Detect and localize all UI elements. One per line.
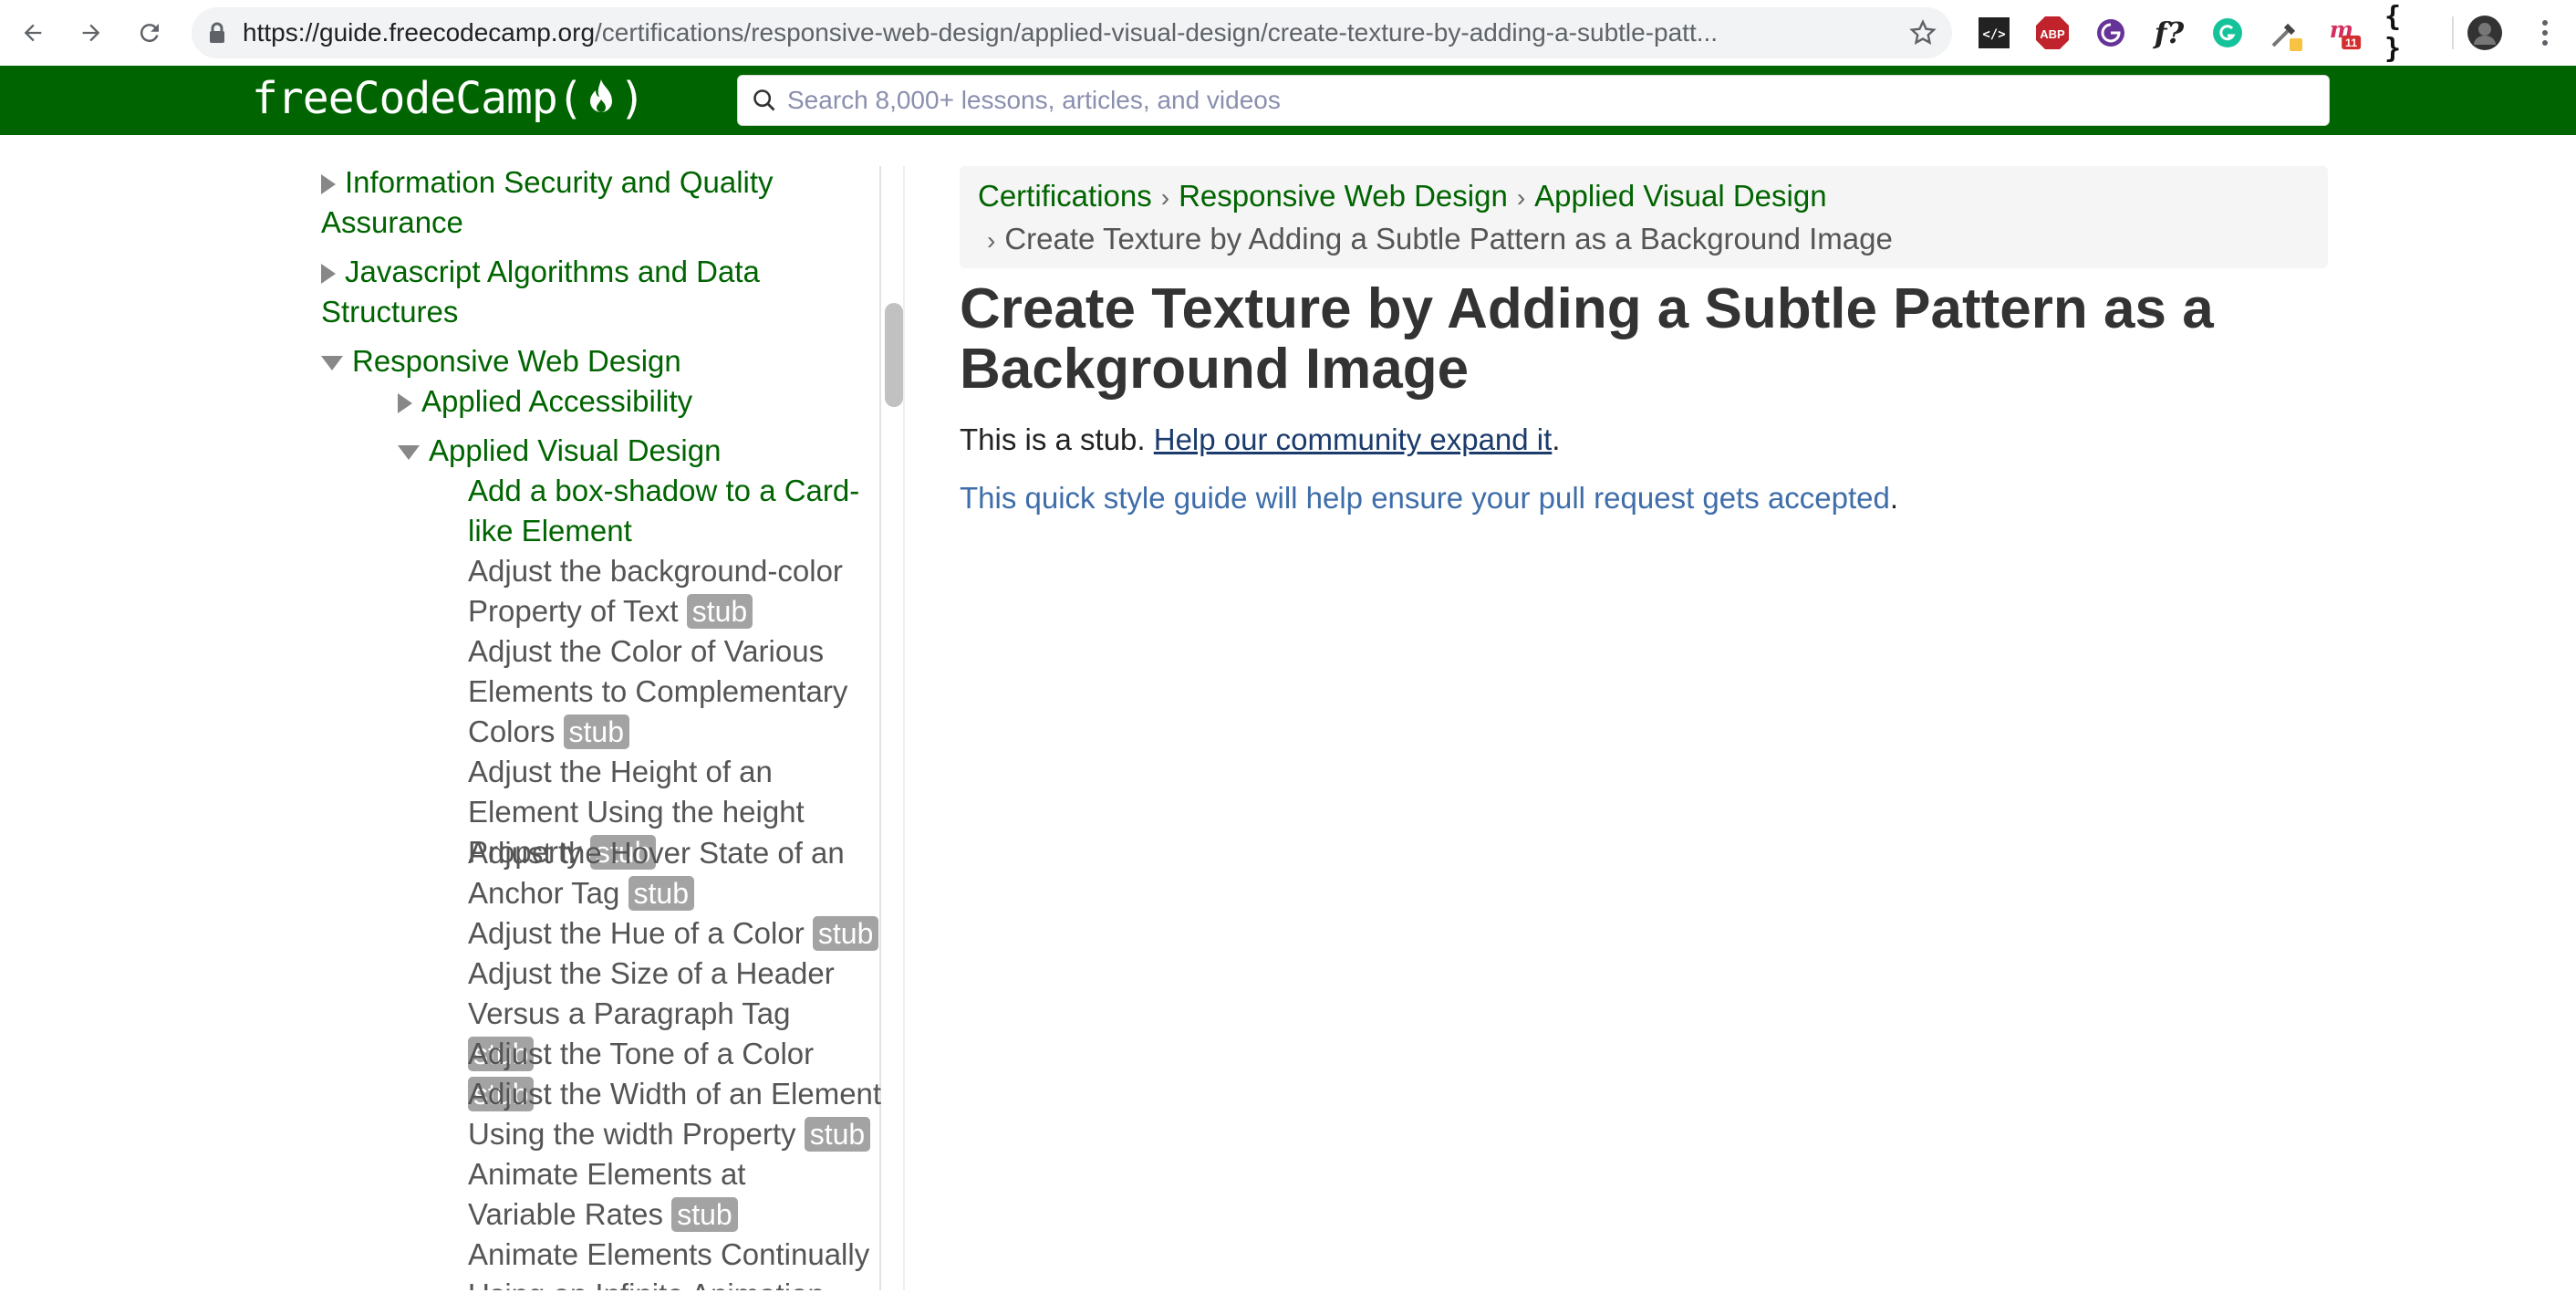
sidebar-item-javascript-algorithms[interactable]: Javascript Algorithms and Data Structure… bbox=[321, 252, 832, 332]
search-box[interactable] bbox=[737, 75, 2330, 126]
sidebar-leaf[interactable]: Animate Elements at Variable Rates stub bbox=[468, 1154, 851, 1235]
breadcrumb-separator: › bbox=[1160, 183, 1170, 212]
content-divider bbox=[903, 166, 905, 1290]
eyedropper-icon[interactable] bbox=[2268, 15, 2304, 51]
code-ext-icon[interactable]: </> bbox=[1976, 15, 2012, 51]
reload-icon[interactable] bbox=[130, 13, 170, 53]
stub-prefix: This is a stub. bbox=[960, 422, 1154, 456]
adblock-label: ABP bbox=[2040, 27, 2065, 41]
breadcrumb-separator: › bbox=[1516, 183, 1526, 212]
url-path: /certifications/responsive-web-design/ap… bbox=[595, 18, 1719, 47]
stub-badge: stub bbox=[804, 1117, 871, 1152]
breadcrumb-current: Create Texture by Adding a Subtle Patter… bbox=[1004, 222, 1893, 256]
sidebar-item-label: Applied Visual Design bbox=[429, 433, 722, 467]
expand-it-link[interactable]: Help our community expand it bbox=[1154, 422, 1553, 456]
gatsby-icon[interactable] bbox=[2093, 15, 2129, 51]
chrome-menu-icon[interactable] bbox=[2527, 15, 2563, 51]
adblock-icon[interactable]: ABP bbox=[2034, 15, 2071, 51]
sidebar-item-information-security[interactable]: Information Security and Quality Assuran… bbox=[321, 162, 832, 243]
sidebar-item-applied-visual-design[interactable]: Applied Visual Design bbox=[398, 431, 872, 471]
search-input[interactable] bbox=[785, 85, 2303, 116]
style-guide-notice: This quick style guide will help ensure … bbox=[960, 478, 2328, 518]
stub-badge: stub bbox=[628, 876, 694, 911]
site-header: freeCodeCamp( ) bbox=[0, 66, 2576, 135]
fonts-ninja-icon[interactable]: f? bbox=[2151, 15, 2187, 51]
collapse-arrow-icon bbox=[398, 445, 420, 461]
sidebar-item-label: Information Security and Quality Assuran… bbox=[321, 165, 774, 239]
sidebar-leaf[interactable]: Adjust the Hue of a Color stub bbox=[468, 913, 888, 954]
sidebar-item-label: Responsive Web Design bbox=[352, 344, 681, 378]
back-arrow-icon[interactable] bbox=[13, 13, 53, 53]
sidebar-item-label: Javascript Algorithms and Data Structure… bbox=[321, 255, 760, 328]
sidebar-leaf[interactable]: Adjust the Hover State of an Anchor Tag … bbox=[468, 833, 851, 913]
sidebar-leaf-label: Animate Elements Continually Using an In… bbox=[468, 1237, 870, 1290]
sidebar-item-label: Applied Accessibility bbox=[421, 384, 693, 418]
stub-badge: stub bbox=[812, 916, 879, 951]
sidebar-leaf[interactable]: Adjust the Color of Various Elements to … bbox=[468, 631, 851, 752]
sidebar-item-responsive-web-design[interactable]: Responsive Web Design bbox=[321, 341, 832, 381]
breadcrumb-responsive-web-design[interactable]: Responsive Web Design bbox=[1179, 179, 1508, 213]
lock-icon bbox=[192, 22, 243, 44]
svg-text:</>: </> bbox=[1982, 27, 2005, 42]
sidebar-scrollbar[interactable] bbox=[885, 303, 903, 407]
sidebar-leaf[interactable]: Adjust the Width of an Element Using the… bbox=[468, 1074, 888, 1154]
mem-badge: 11 bbox=[2345, 36, 2357, 49]
json-ext-icon[interactable]: { } bbox=[2384, 1, 2421, 65]
guide-suffix: . bbox=[1889, 481, 1899, 515]
main-content: Certifications › Responsive Web Design › App… bbox=[960, 166, 2328, 518]
collapse-arrow-icon bbox=[321, 356, 343, 371]
mem-icon[interactable]: m 11 bbox=[2326, 15, 2363, 51]
stub-badge: stub bbox=[686, 594, 753, 629]
style-guide-link[interactable]: This quick style guide will help ensure … bbox=[960, 481, 1890, 515]
stub-notice: This is a stub. Help our community expan… bbox=[960, 420, 2328, 460]
search-icon bbox=[743, 79, 785, 121]
sidebar-leaf-label: Adjust the background-color Property of … bbox=[468, 554, 843, 628]
sidebar-leaf-label: Adjust the Hue of a Color bbox=[468, 916, 805, 950]
sidebar-item-applied-accessibility[interactable]: Applied Accessibility bbox=[398, 381, 872, 422]
logo-text-left: freeCodeCamp( bbox=[252, 73, 584, 124]
sidebar-leaf[interactable]: Adjust the background-color Property of … bbox=[468, 551, 888, 631]
page-title: Create Texture by Adding a Subtle Patter… bbox=[960, 277, 2214, 401]
sidebar-leaf-label: Adjust the Tone of a Color bbox=[468, 1037, 815, 1070]
logo-text-right: ) bbox=[618, 73, 646, 124]
breadcrumb-applied-visual-design[interactable]: Applied Visual Design bbox=[1534, 179, 1826, 213]
sidebar-leaf[interactable]: Add a box-shadow to a Card-like Element bbox=[468, 471, 888, 551]
stub-suffix: . bbox=[1552, 422, 1561, 456]
stub-badge: stub bbox=[563, 714, 630, 749]
flame-icon bbox=[585, 78, 618, 120]
url-text: https://guide.freecodecamp.org/certifica… bbox=[243, 18, 1885, 47]
sidebar-leaf[interactable]: Animate Elements Continually Using an In… bbox=[468, 1235, 888, 1290]
toolbar-divider bbox=[2452, 16, 2454, 49]
bookmark-star-icon[interactable] bbox=[1908, 18, 1937, 47]
browser-toolbar: https://guide.freecodecamp.org/certifica… bbox=[0, 0, 2576, 67]
breadcrumb: Certifications › Responsive Web Design › App… bbox=[960, 166, 2328, 268]
expand-arrow-icon bbox=[321, 174, 336, 195]
forward-arrow-icon[interactable] bbox=[71, 13, 111, 53]
sidebar-leaf-clip: Animate Elements Continually Using an In… bbox=[468, 1235, 888, 1290]
url-host: https://guide.freecodecamp.org bbox=[243, 18, 596, 47]
stub-badge: stub bbox=[671, 1197, 738, 1232]
sidebar-leaf-label: Adjust the Size of a Header Versus a Par… bbox=[468, 956, 835, 1030]
breadcrumb-separator: › bbox=[987, 226, 996, 255]
sidebar-leaf-label: Add a box-shadow to a Card-like Element bbox=[468, 474, 860, 548]
grammarly-icon[interactable] bbox=[2209, 15, 2246, 51]
profile-avatar[interactable] bbox=[2467, 15, 2503, 51]
sidebar-leaf-label: Adjust the Color of Various Elements to … bbox=[468, 634, 848, 748]
expand-arrow-icon bbox=[398, 393, 412, 414]
address-bar[interactable]: https://guide.freecodecamp.org/certifica… bbox=[192, 7, 1952, 58]
breadcrumb-certifications[interactable]: Certifications bbox=[978, 179, 1152, 213]
freecodecamp-logo[interactable]: freeCodeCamp( ) bbox=[252, 73, 646, 124]
expand-arrow-icon bbox=[321, 264, 336, 285]
